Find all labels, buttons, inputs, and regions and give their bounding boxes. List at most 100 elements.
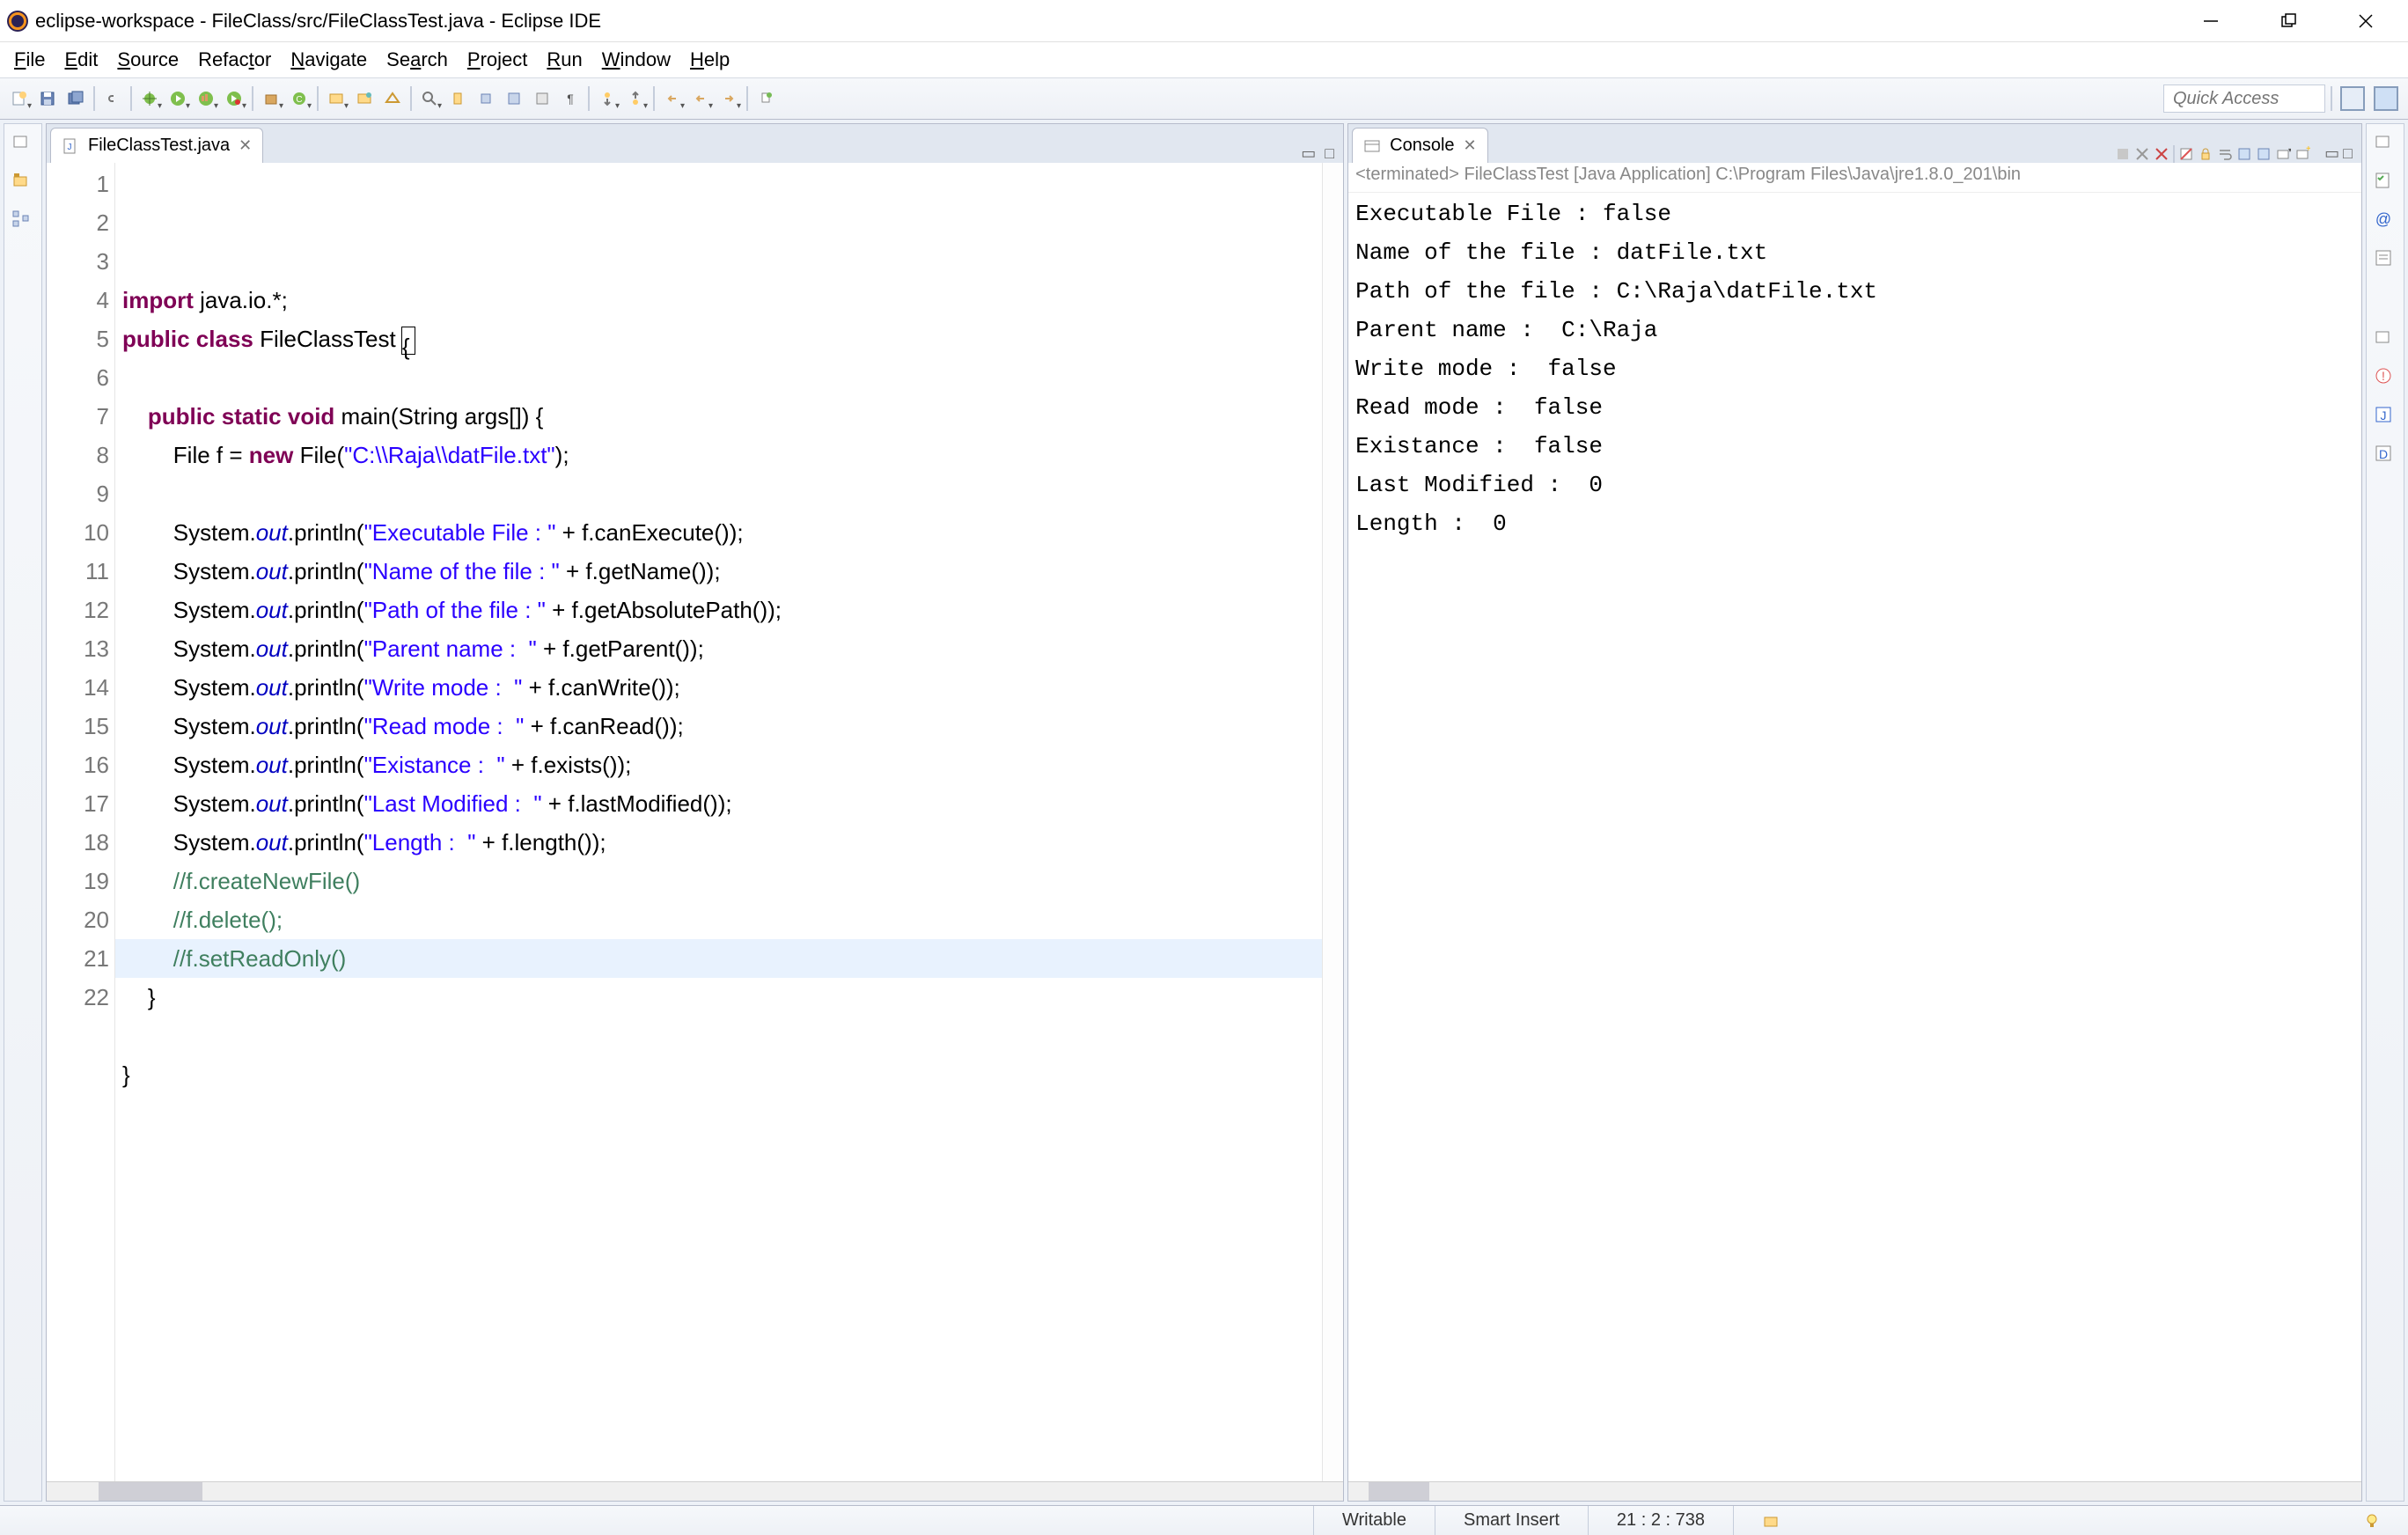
svg-text:¶: ¶ xyxy=(567,92,574,106)
toggle-mark-button[interactable] xyxy=(445,86,470,111)
pin-button[interactable] xyxy=(753,86,778,111)
tip-icon[interactable] xyxy=(2336,1506,2408,1535)
status-build-icon xyxy=(1733,1506,1808,1535)
coverage-button[interactable] xyxy=(194,86,218,111)
run-button[interactable] xyxy=(165,86,190,111)
restore-right-button[interactable] xyxy=(2373,131,2397,156)
editor-body[interactable]: 1 2 3 4 5 6 7 8 9 10 11 12 13 14 15 16 1… xyxy=(47,163,1343,1481)
block-select-button[interactable] xyxy=(530,86,554,111)
package-explorer-icon[interactable] xyxy=(11,170,35,195)
svg-text:D: D xyxy=(2379,447,2388,461)
code-area[interactable]: import java.io.*; public class FileClass… xyxy=(115,163,1322,1481)
restore-bottom-button[interactable] xyxy=(2373,327,2397,351)
java-file-icon: J xyxy=(62,137,79,155)
show-whitespace-button[interactable]: ¶ xyxy=(558,86,583,111)
java-perspective-button[interactable] xyxy=(2374,86,2398,111)
search-button[interactable] xyxy=(417,86,442,111)
open-console-icon[interactable]: ▾ xyxy=(2275,146,2291,162)
last-edit-button[interactable] xyxy=(660,86,685,111)
open-type-button[interactable] xyxy=(324,86,349,111)
remove-launch-icon[interactable] xyxy=(2134,146,2150,162)
close-console-tab-icon[interactable]: ✕ xyxy=(1464,136,1477,155)
quick-access-input[interactable] xyxy=(2163,84,2325,113)
type-hierarchy-icon[interactable] xyxy=(11,209,35,233)
prev-annotation-button[interactable] xyxy=(623,86,648,111)
pin-console-icon[interactable] xyxy=(2236,146,2252,162)
task-list-icon[interactable] xyxy=(2373,170,2397,195)
eclipse-icon xyxy=(7,11,28,32)
marker-bar xyxy=(47,163,59,1481)
toggle-block-button[interactable] xyxy=(474,86,498,111)
console-tab[interactable]: Console ✕ xyxy=(1352,128,1487,163)
scroll-lock-icon[interactable] xyxy=(2198,146,2213,162)
minimize-console-icon[interactable]: ▭ xyxy=(2324,144,2339,163)
console-toolbar: ▾ + ▭ □ xyxy=(2106,144,2361,163)
menu-source[interactable]: Source xyxy=(108,45,187,75)
menu-file[interactable]: File xyxy=(5,45,54,75)
editor-hscroll[interactable] xyxy=(47,1481,1343,1501)
remove-all-icon[interactable] xyxy=(2154,146,2169,162)
minimize-button[interactable] xyxy=(2190,7,2232,35)
left-trim xyxy=(4,123,42,1502)
clear-console-icon[interactable] xyxy=(2178,146,2194,162)
editor-tabbar: J FileClassTest.java ✕ ▭ □ xyxy=(47,124,1343,163)
javadoc-icon[interactable]: J xyxy=(2373,404,2397,429)
menu-search[interactable]: Search xyxy=(378,45,457,75)
back-button[interactable] xyxy=(688,86,713,111)
close-button[interactable] xyxy=(2345,7,2387,35)
tag-button[interactable] xyxy=(502,86,526,111)
new-button[interactable] xyxy=(7,86,32,111)
new-console-icon[interactable]: + xyxy=(2294,146,2310,162)
maximize-console-icon[interactable]: □ xyxy=(2343,144,2353,163)
problems-icon[interactable]: ! xyxy=(2373,365,2397,390)
new-package-button[interactable] xyxy=(259,86,283,111)
display-selected-icon[interactable] xyxy=(2256,146,2272,162)
menu-window[interactable]: Window xyxy=(593,45,679,75)
forward-button[interactable] xyxy=(716,86,741,111)
word-wrap-icon[interactable] xyxy=(2217,146,2233,162)
line-number-gutter: 1 2 3 4 5 6 7 8 9 10 11 12 13 14 15 16 1… xyxy=(59,163,115,1481)
new-class-button[interactable]: C xyxy=(287,86,312,111)
console-hscroll[interactable] xyxy=(1348,1481,2361,1501)
svg-text:C: C xyxy=(296,95,302,105)
svg-text:+: + xyxy=(2306,146,2310,154)
maximize-button[interactable] xyxy=(2267,7,2309,35)
status-writable: Writable xyxy=(1313,1506,1435,1535)
menu-edit[interactable]: Edit xyxy=(55,45,106,75)
editor-tab[interactable]: J FileClassTest.java ✕ xyxy=(50,128,263,163)
menu-navigate[interactable]: Navigate xyxy=(282,45,376,75)
open-perspective-button[interactable] xyxy=(2340,86,2365,111)
menu-help[interactable]: Help xyxy=(681,45,738,75)
menu-refactor[interactable]: Refactor xyxy=(189,45,280,75)
menu-run[interactable]: Run xyxy=(538,45,591,75)
console-output[interactable]: Executable File : false Name of the file… xyxy=(1348,193,2361,1481)
console-tab-label: Console xyxy=(1390,136,1454,156)
status-position: 21 : 2 : 738 xyxy=(1588,1506,1733,1535)
status-bar: Writable Smart Insert 21 : 2 : 738 xyxy=(0,1505,2408,1535)
editor-pane: J FileClassTest.java ✕ ▭ □ 1 2 3 4 5 6 7… xyxy=(46,123,1344,1502)
open-task-button[interactable] xyxy=(352,86,377,111)
console-tabbar: Console ✕ ▾ + ▭ □ xyxy=(1348,124,2361,163)
artifact-button[interactable] xyxy=(380,86,405,111)
outline-icon[interactable] xyxy=(2373,247,2397,272)
save-all-button[interactable] xyxy=(63,86,88,111)
declaration-icon[interactable]: D xyxy=(2373,443,2397,467)
minimize-view-icon[interactable]: ▭ xyxy=(1301,144,1316,163)
next-annotation-button[interactable] xyxy=(595,86,620,111)
save-button[interactable] xyxy=(35,86,60,111)
link-button[interactable] xyxy=(100,86,125,111)
menu-project[interactable]: Project xyxy=(459,45,536,75)
restore-button[interactable] xyxy=(11,131,35,156)
svg-text:J: J xyxy=(68,143,72,152)
close-tab-icon[interactable]: ✕ xyxy=(239,136,252,155)
overview-ruler[interactable] xyxy=(1322,163,1343,1481)
svg-text:!: ! xyxy=(2382,369,2385,383)
terminate-icon[interactable] xyxy=(2115,146,2131,162)
maximize-view-icon[interactable]: □ xyxy=(1325,144,1334,163)
debug-button[interactable] xyxy=(137,86,162,111)
title-bar: eclipse-workspace - FileClass/src/FileCl… xyxy=(0,0,2408,42)
run-last-button[interactable] xyxy=(222,86,246,111)
outline-at-icon[interactable]: @ xyxy=(2373,209,2397,233)
main-toolbar: C ¶ xyxy=(0,77,2408,120)
svg-text:J: J xyxy=(2381,408,2387,422)
